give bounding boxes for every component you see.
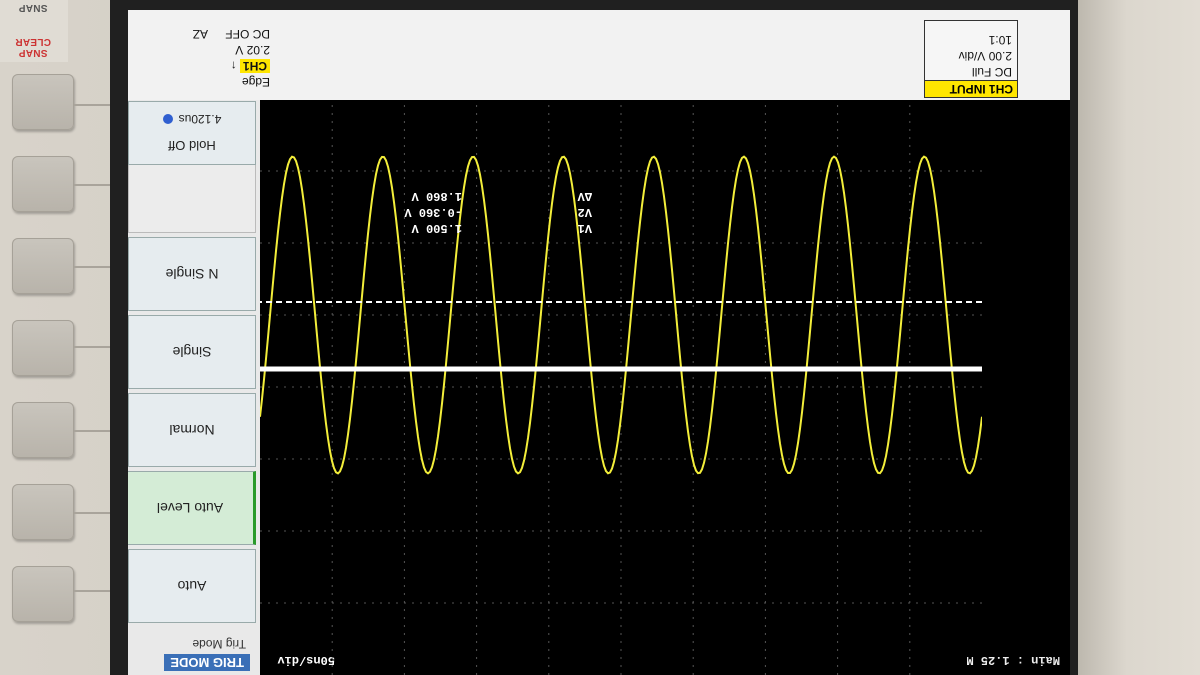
ch1-probe: 10:1	[988, 33, 1012, 47]
cursor-v1-label: V1	[577, 221, 592, 235]
menu-button-single[interactable]: Single	[128, 315, 256, 389]
menu-title: TRIG MODE	[164, 654, 250, 671]
menu-header: TRIG MODE Trig Mode	[130, 631, 256, 675]
snap-clear-button[interactable]: SNAP CLEAR	[4, 36, 62, 58]
trigger-coupling-row: DC OFF AZ	[130, 26, 270, 42]
rising-edge-icon: ↑	[230, 59, 237, 73]
screen-content-rotated: Main : 1.25 M 50ns/div V1 1.500 V V2 -0.…	[128, 10, 1070, 675]
menu-button-auto[interactable]: Auto	[128, 549, 256, 623]
holdoff-radio-icon	[162, 113, 173, 124]
softkey-2[interactable]	[12, 156, 74, 212]
waveform-plot: V1 1.500 V V2 -0.360 V ΔV 1.860 V	[260, 99, 982, 675]
softkey-4[interactable]	[12, 320, 74, 376]
cursor-v1-value: 1.500 V	[411, 221, 462, 235]
trigger-type: Edge	[241, 75, 270, 89]
trigger-level: 2.02 V	[235, 43, 270, 57]
cursor-v2-value: -0.360 V	[404, 205, 462, 219]
cursor-v2-label: V2	[577, 205, 592, 219]
holdoff-control[interactable]: Hold Off 4.120us	[128, 101, 256, 165]
trigger-channel: CH1	[239, 59, 270, 73]
menu-button-auto-level[interactable]: Auto Level	[128, 471, 256, 545]
holdoff-title: Hold Off	[168, 138, 216, 154]
menu-button-blank[interactable]	[128, 159, 256, 233]
trigger-info: Edge CH1 ↑ 2.02 V DC OFF AZ	[130, 26, 270, 90]
trigger-coupling: DC OFF	[225, 27, 270, 41]
ch1-scale: 2.00 V/div	[958, 49, 1012, 63]
snap-button-strip: SNAP SNAP CLEAR	[0, 0, 68, 62]
trigger-extra: AZ	[192, 27, 208, 41]
softkey-7[interactable]	[12, 566, 74, 622]
ch1-input-label: CH1 INPUT	[925, 80, 1017, 97]
softkey-1[interactable]	[12, 74, 74, 130]
cursor-delta-label: ΔV	[577, 189, 592, 203]
snap-button[interactable]: SNAP	[4, 2, 62, 13]
graticule-svg	[260, 99, 982, 675]
ch1-input-box[interactable]: CH1 INPUT DC Full 2.00 V/div 10:1	[924, 20, 1018, 98]
trig-mode-menu: TRIG MODE Trig Mode Auto Auto Level Norm…	[128, 99, 260, 675]
menu-subtitle: Trig Mode	[192, 637, 246, 651]
ch1-coupling: DC Full	[971, 65, 1012, 79]
status-bar: CH1 INPUT DC Full 2.00 V/div 10:1 Edge C…	[128, 10, 1070, 100]
oscilloscope-screen: Main : 1.25 M 50ns/div V1 1.500 V V2 -0.…	[128, 10, 1070, 675]
softkey-5[interactable]	[12, 402, 74, 458]
holdoff-value-row: 4.120us	[162, 112, 222, 127]
trigger-source-row: CH1 ↑	[130, 58, 270, 74]
menu-button-normal[interactable]: Normal	[128, 393, 256, 467]
bezel-right-side	[1078, 0, 1200, 675]
cursor-delta-value: 1.860 V	[411, 189, 462, 203]
softkey-6[interactable]	[12, 484, 74, 540]
holdoff-value: 4.120us	[178, 112, 222, 127]
softkey-3[interactable]	[12, 238, 74, 294]
menu-button-n-single[interactable]: N Single	[128, 237, 256, 311]
